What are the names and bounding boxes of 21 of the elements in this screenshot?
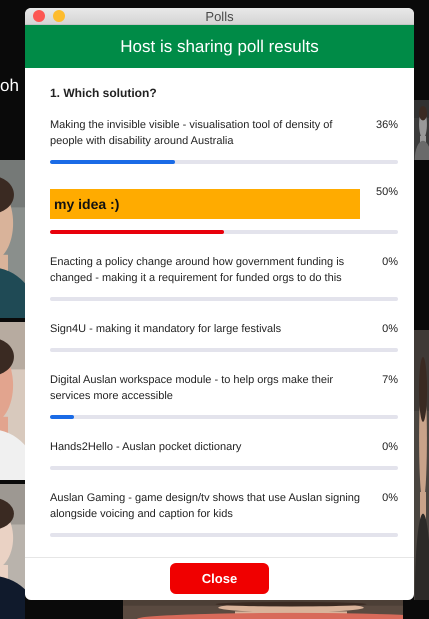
window-title: Polls bbox=[205, 8, 234, 24]
percent-text: 50% bbox=[376, 184, 398, 200]
percent-text: 0% bbox=[382, 440, 398, 455]
close-window-icon[interactable] bbox=[33, 10, 45, 22]
percent-text: 7% bbox=[382, 372, 398, 388]
answer-label: Sign4U - making it mandatory for large festivals bbox=[50, 322, 282, 337]
question-title: 1. Which solution? bbox=[50, 86, 158, 100]
percent-text: 0% bbox=[382, 254, 398, 270]
answer-label: Auslan Gaming - game design/tv shows that use Auslan signing alongside voicing and caption for kids bbox=[50, 490, 362, 522]
answer-label: Digital Auslan workspace module - to help orgs make their services more accessible bbox=[50, 372, 334, 404]
close-button[interactable]: Close bbox=[170, 563, 269, 594]
minimize-window-icon[interactable] bbox=[53, 10, 65, 22]
banner-text: Host is sharing poll results bbox=[120, 36, 319, 57]
percent-text: 36% bbox=[376, 118, 398, 133]
answer-label: Making the invisible visible - visualisation tool of density of people with disability around Australia bbox=[50, 118, 334, 149]
percent-text: 0% bbox=[382, 490, 398, 506]
answer-label: Hands2Hello - Auslan pocket dictionary bbox=[50, 440, 242, 455]
percent-text: 0% bbox=[382, 322, 398, 337]
participant-name: oh bbox=[0, 76, 19, 96]
answer-label: Enacting a policy change around how government funding is changed - making it a requirement for funded orgs to do this bbox=[50, 254, 346, 286]
answer-label: my idea :) bbox=[50, 188, 360, 219]
